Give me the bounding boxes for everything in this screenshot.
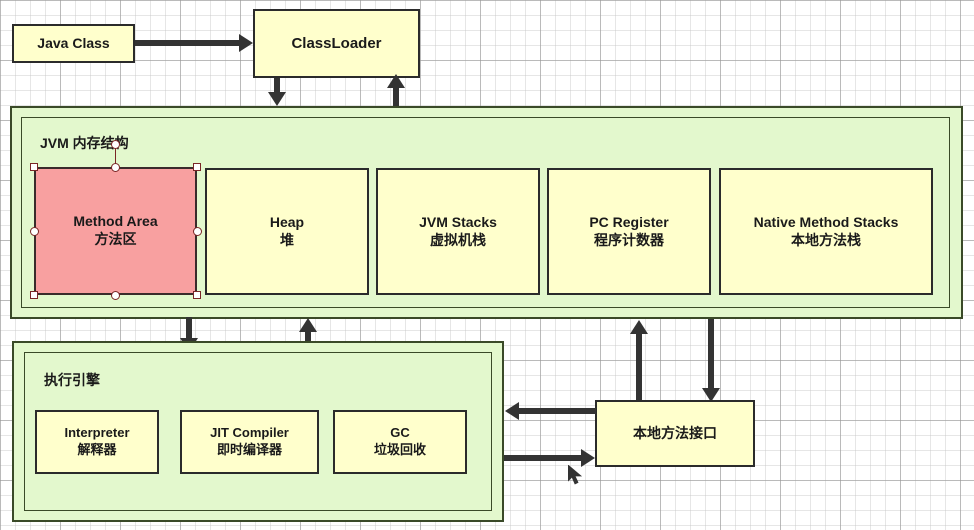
arrow-jvm-memory-to-execution-engine-body	[186, 317, 192, 340]
node-interpreter-label-en: Interpreter	[64, 425, 130, 441]
node-java-class[interactable]: Java Class	[12, 24, 135, 63]
resize-handle-middle-right[interactable]	[193, 227, 202, 236]
resize-handle-middle-left[interactable]	[30, 227, 39, 236]
arrow-java-class-to-classloader-body	[135, 40, 240, 46]
node-gc-label-en: GC	[390, 425, 410, 441]
arrow-execution-engine-to-native-interface-head	[581, 449, 595, 467]
node-native-method-stacks-label-en: Native Method Stacks	[753, 213, 899, 230]
node-pc-register-label-zh: 程序计数器	[594, 231, 664, 248]
node-native-method-stacks[interactable]: Native Method Stacks 本地方法栈	[719, 168, 933, 295]
resize-handle-top-left[interactable]	[30, 163, 38, 171]
node-heap-label-en: Heap	[269, 213, 305, 230]
node-native-method-interface-label: 本地方法接口	[633, 424, 717, 441]
node-gc[interactable]: GC 垃圾回收	[333, 410, 467, 474]
node-interpreter[interactable]: Interpreter 解释器	[35, 410, 159, 474]
arrow-native-interface-to-jvm-memory-head	[630, 320, 648, 334]
node-method-area-label-zh: 方法区	[94, 231, 137, 247]
node-pc-register[interactable]: PC Register 程序计数器	[547, 168, 711, 295]
node-method-area-label-en: Method Area	[73, 213, 158, 230]
resize-handle-bottom-right[interactable]	[193, 291, 201, 299]
rotation-handle[interactable]	[111, 140, 120, 149]
node-jit-compiler-label-en: JIT Compiler	[210, 425, 289, 441]
node-jit-compiler-label-zh: 即时编译器	[216, 442, 282, 457]
node-heap-label-zh: 堆	[280, 231, 294, 248]
resize-handle-bottom-left[interactable]	[30, 291, 38, 299]
arrow-jvm-memory-to-native-interface-body	[708, 319, 714, 390]
arrow-native-interface-to-execution-engine-body	[518, 408, 596, 414]
group-execution-engine-title: 执行引擎	[44, 372, 100, 388]
node-pc-register-label-en: PC Register	[589, 213, 669, 230]
resize-handle-top-center[interactable]	[111, 163, 120, 172]
node-classloader-label: ClassLoader	[291, 34, 382, 52]
node-jvm-stacks[interactable]: JVM Stacks 虚拟机栈	[376, 168, 540, 295]
node-classloader[interactable]: ClassLoader	[253, 9, 420, 78]
node-jvm-stacks-label-zh: 虚拟机栈	[430, 231, 486, 248]
node-heap[interactable]: Heap 堆	[205, 168, 369, 295]
arrow-jvm-memory-to-classloader-body	[393, 86, 399, 106]
mouse-cursor-icon	[568, 465, 583, 485]
node-method-area[interactable]: Method Area 方法区	[34, 167, 197, 295]
arrow-native-interface-to-jvm-memory-body	[636, 332, 642, 404]
arrow-java-class-to-classloader-head	[239, 34, 253, 52]
arrow-execution-engine-to-jvm-memory-head	[299, 318, 317, 332]
diagram-canvas[interactable]: Java Class ClassLoader JVM 内存结构 Method A…	[0, 0, 974, 530]
node-native-method-interface[interactable]: 本地方法接口	[595, 400, 755, 467]
resize-handle-bottom-center[interactable]	[111, 291, 120, 300]
arrow-classloader-to-jvm-memory-head	[268, 92, 286, 106]
node-java-class-label: Java Class	[37, 34, 110, 51]
arrow-execution-engine-to-native-interface-body	[504, 455, 582, 461]
node-jvm-stacks-label-en: JVM Stacks	[419, 213, 497, 230]
node-gc-label-zh: 垃圾回收	[373, 442, 426, 457]
node-interpreter-label-zh: 解释器	[77, 442, 117, 457]
node-jit-compiler[interactable]: JIT Compiler 即时编译器	[180, 410, 319, 474]
arrow-jvm-memory-to-classloader-head	[387, 74, 405, 88]
node-native-method-stacks-label-zh: 本地方法栈	[791, 231, 861, 248]
resize-handle-top-right[interactable]	[193, 163, 201, 171]
arrow-native-interface-to-execution-engine-head	[505, 402, 519, 420]
